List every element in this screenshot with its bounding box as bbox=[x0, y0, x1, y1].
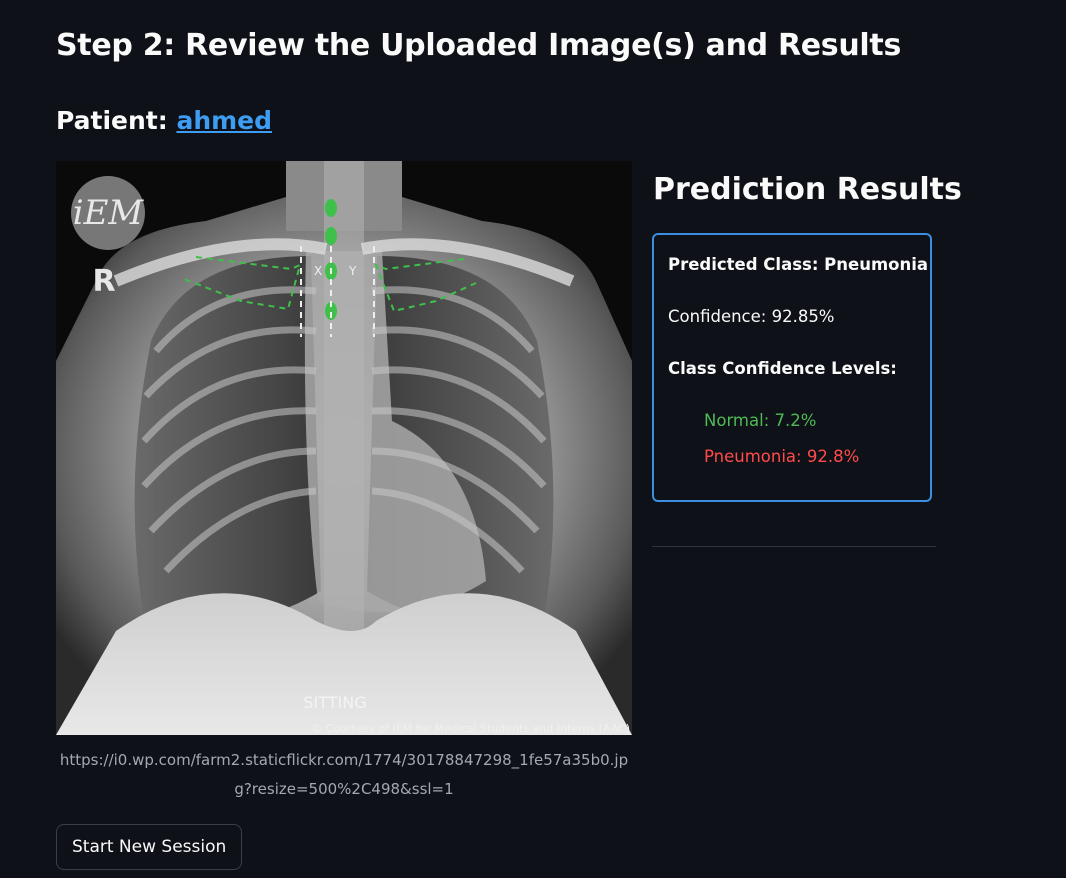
image-credit: © Courtesy of IEM for Medical Students a… bbox=[311, 722, 630, 735]
class-confidence-heading: Class Confidence Levels: bbox=[668, 359, 897, 378]
side-marker-r: R bbox=[92, 264, 115, 299]
image-caption: https://i0.wp.com/farm2.staticflickr.com… bbox=[59, 751, 629, 798]
results-card: Predicted Class: Pneumonia Confidence: 9… bbox=[652, 233, 932, 502]
normal-confidence-item: Normal: 7.2% bbox=[704, 411, 817, 430]
patient-heading: Patient: ahmed bbox=[56, 106, 272, 135]
watermark-logo-text: iEM bbox=[73, 193, 145, 233]
step-title: Step 2: Review the Uploaded Image(s) and… bbox=[56, 28, 901, 63]
page: Step 2: Review the Uploaded Image(s) and… bbox=[0, 0, 1066, 878]
position-label: SITTING bbox=[303, 693, 366, 712]
pneumonia-confidence-item: Pneumonia: 92.8% bbox=[704, 447, 860, 466]
patient-label: Patient: bbox=[56, 106, 177, 135]
patient-name-link[interactable]: ahmed bbox=[176, 106, 272, 135]
xray-image-canvas: iEM R X Y SITTING © Courtesy of IEM for … bbox=[56, 161, 632, 735]
xray-image: iEM R X Y SITTING © Courtesy of IEM for … bbox=[56, 161, 632, 735]
start-new-session-button[interactable]: Start New Session bbox=[56, 824, 243, 870]
marker-y-label: Y bbox=[348, 264, 357, 278]
predicted-class-label: Predicted Class: Pneumonia bbox=[668, 255, 929, 274]
confidence-label: Confidence: 92.85% bbox=[668, 307, 835, 326]
divider bbox=[652, 546, 936, 547]
prediction-results-heading: Prediction Results bbox=[653, 172, 962, 207]
marker-x-label: X bbox=[314, 264, 322, 278]
